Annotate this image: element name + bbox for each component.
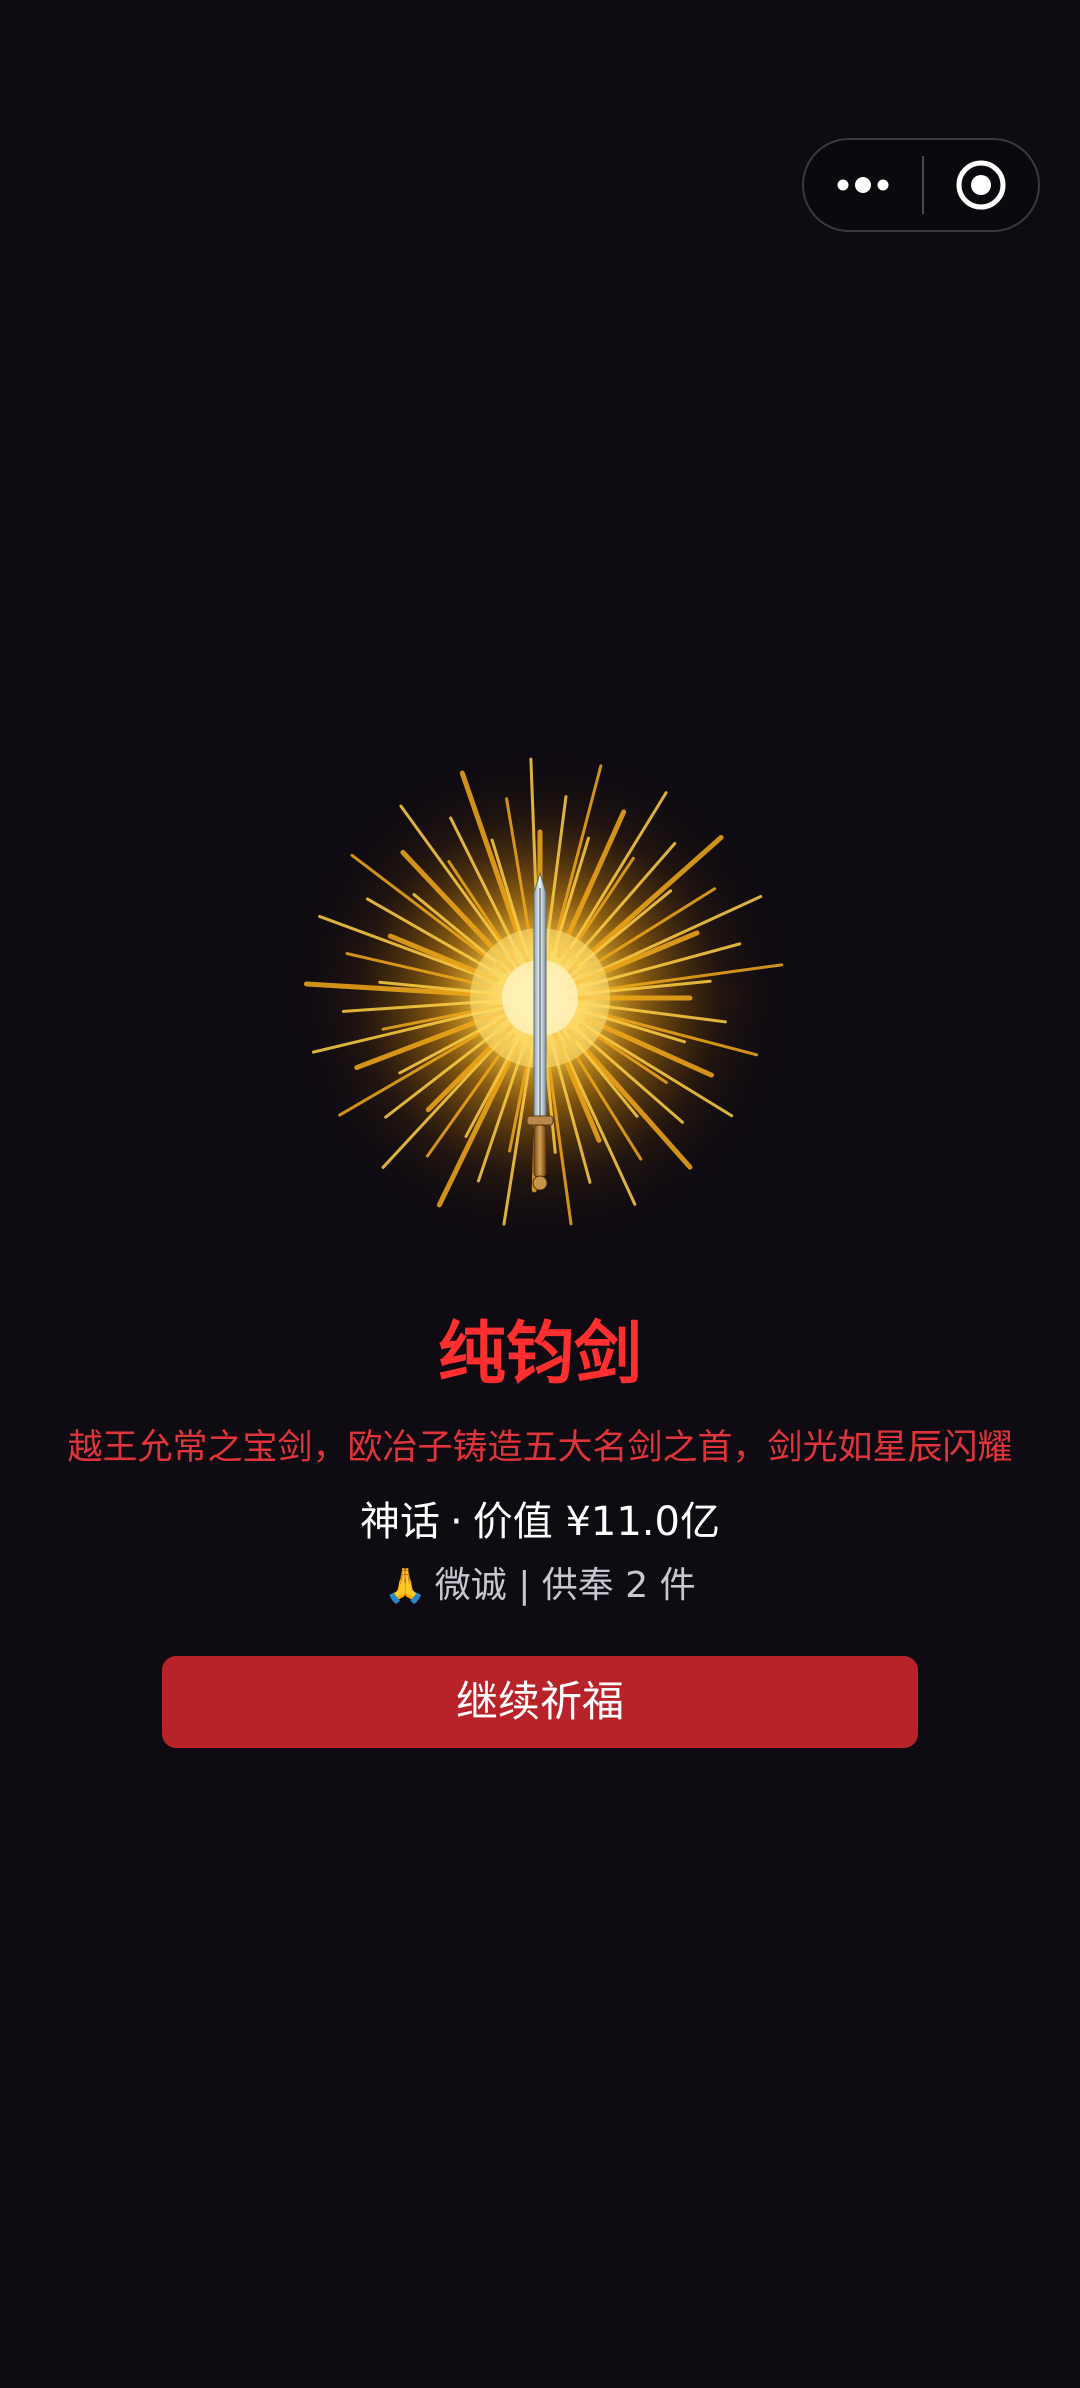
continue-blessing-button[interactable]: 继续祈福 <box>162 1656 918 1748</box>
meta-separator: · <box>450 1499 463 1545</box>
item-name: 纯钧剑 <box>437 1315 642 1394</box>
offer-text: 微诚 | 供奉 2 件 <box>434 1565 696 1606</box>
value-label: 价值 ¥11.0亿 <box>472 1499 720 1545</box>
item-meta: 神话 · 价值 ¥11.0亿 <box>0 1490 1080 1554</box>
target-circle-icon <box>956 160 1006 210</box>
rarity-label: 神话 <box>360 1499 441 1545</box>
more-dots-icon <box>837 177 889 193</box>
item-description: 越王允常之宝剑，欧冶子铸造五大名剑之首，剑光如星辰闪耀 <box>67 1428 1013 1468</box>
close-button[interactable] <box>924 140 1038 230</box>
miniprogram-capsule <box>802 138 1040 232</box>
sword-burst-icon <box>280 738 800 1258</box>
offer-info: 🙏 微诚 | 供奉 2 件 <box>0 1558 1080 1614</box>
praying-hands-icon: 🙏 <box>384 1566 427 1606</box>
more-button[interactable] <box>804 140 922 230</box>
item-image <box>265 728 815 1278</box>
